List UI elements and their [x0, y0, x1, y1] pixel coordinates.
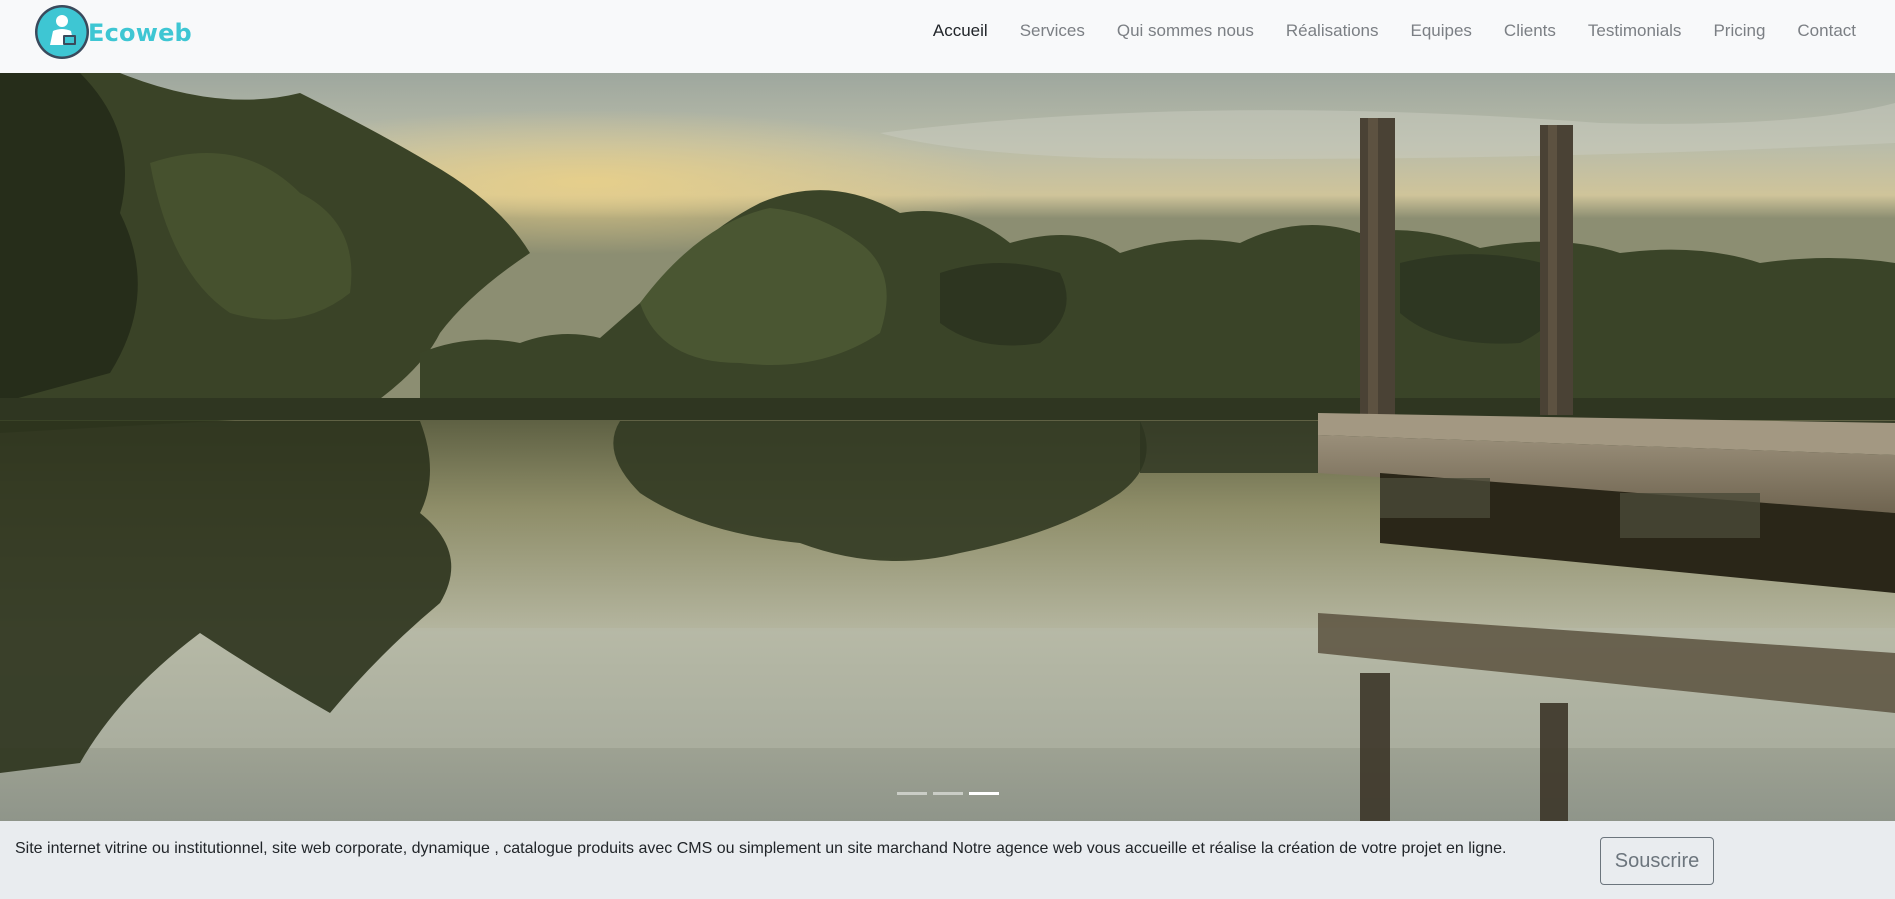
- hero-slide-image: [0, 73, 1895, 821]
- nav-item-clients[interactable]: Clients: [1504, 21, 1556, 41]
- brand-logo-icon: [35, 5, 89, 59]
- cta-bar: Site internet vitrine ou institutionnel,…: [0, 821, 1895, 899]
- nav-item-services[interactable]: Services: [1020, 21, 1085, 41]
- subscribe-button[interactable]: Souscrire: [1600, 837, 1714, 885]
- cta-text: Site internet vitrine ou institutionnel,…: [15, 840, 1507, 857]
- carousel-indicators: [0, 792, 1895, 795]
- brand-link[interactable]: Ecoweb: [33, 3, 192, 61]
- nav-item-pricing[interactable]: Pricing: [1713, 21, 1765, 41]
- nav-item-realisations[interactable]: Réalisations: [1286, 21, 1379, 41]
- carousel-indicator-3[interactable]: [968, 792, 999, 795]
- hero-carousel[interactable]: [0, 73, 1895, 821]
- nav-item-accueil[interactable]: Accueil: [933, 21, 988, 41]
- navbar: Ecoweb Accueil Services Qui sommes nous …: [0, 0, 1895, 73]
- nav-item-testimonials[interactable]: Testimonials: [1588, 21, 1682, 41]
- carousel-indicator-1[interactable]: [896, 792, 927, 795]
- nav-item-equipes[interactable]: Equipes: [1410, 21, 1471, 41]
- nav-item-contact[interactable]: Contact: [1797, 21, 1856, 41]
- nav-item-qui-sommes-nous[interactable]: Qui sommes nous: [1117, 21, 1254, 41]
- carousel-indicator-2[interactable]: [932, 792, 963, 795]
- brand-name: Ecoweb: [88, 19, 192, 47]
- main-nav: Accueil Services Qui sommes nous Réalisa…: [901, 0, 1856, 62]
